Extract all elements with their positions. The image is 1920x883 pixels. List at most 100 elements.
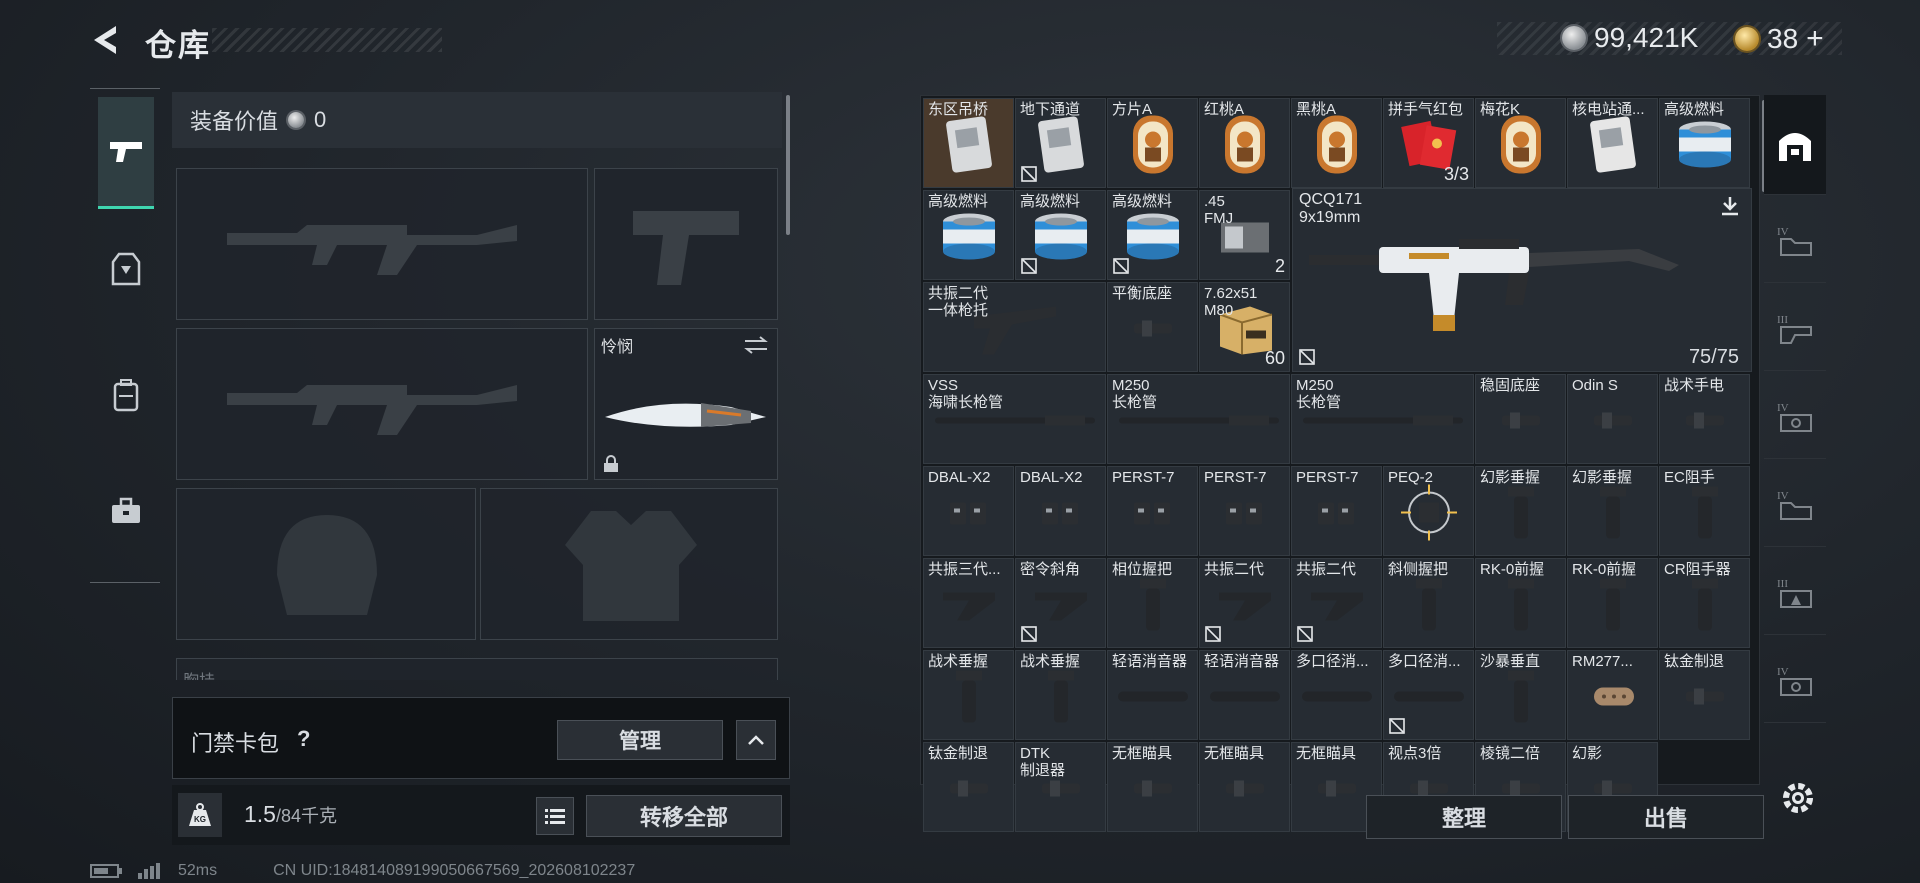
inventory-item[interactable]: 斜侧握把 xyxy=(1383,558,1474,648)
settings-gear-icon[interactable] xyxy=(1778,778,1818,818)
inventory-item[interactable]: .45 FMJ 2 xyxy=(1199,190,1290,280)
inventory-item[interactable]: VSS 海啸长枪管 xyxy=(923,374,1106,464)
inventory-item[interactable]: 红桃A xyxy=(1199,98,1290,188)
inventory-item[interactable]: M250 长枪管 xyxy=(1291,374,1474,464)
inventory-item[interactable]: DBAL-X2 xyxy=(1015,466,1106,556)
inventory-item[interactable]: PERST-7 xyxy=(1107,466,1198,556)
tab-armor[interactable] xyxy=(98,239,154,299)
inventory-item[interactable]: 战术垂握 xyxy=(1015,650,1106,740)
tab-category-1[interactable]: IV xyxy=(1764,197,1826,283)
item-supp-icon xyxy=(1117,689,1188,710)
helmet-slot[interactable] xyxy=(176,488,476,640)
tab-case[interactable] xyxy=(98,481,154,541)
inventory-item[interactable]: DTK 制退器 xyxy=(1015,742,1106,832)
inventory-item[interactable]: 地下通道 xyxy=(1015,98,1106,188)
inventory-item[interactable]: DBAL-X2 xyxy=(923,466,1014,556)
inventory-item[interactable]: 拼手气红包 3/3 xyxy=(1383,98,1474,188)
armor-slot[interactable] xyxy=(480,488,778,640)
tab-category-6[interactable]: IV xyxy=(1764,637,1826,723)
inventory-item[interactable]: 钛金制退 xyxy=(1659,650,1750,740)
rifle-slot-2[interactable] xyxy=(176,328,588,480)
inventory-item[interactable]: 高级燃料 xyxy=(1107,190,1198,280)
item-name: 东区吊桥 xyxy=(928,101,989,118)
inventory-item[interactable]: 无框瞄具 xyxy=(1107,742,1198,832)
chest-rig-slot[interactable]: 胸挂 xyxy=(176,658,778,680)
inventory-item[interactable]: 沙暴垂直 xyxy=(1475,650,1566,740)
manage-button[interactable]: 管理 xyxy=(557,720,723,760)
inventory-item[interactable]: 共振二代 xyxy=(1199,558,1290,648)
inventory-item[interactable]: 梅花K xyxy=(1475,98,1566,188)
secondary-weapon-slot[interactable] xyxy=(594,168,778,320)
inventory-item[interactable]: EC阻手 xyxy=(1659,466,1750,556)
inventory-item[interactable]: 幻影垂握 xyxy=(1567,466,1658,556)
equipment-scrollbar[interactable] xyxy=(786,95,790,235)
inventory-item[interactable]: RK-0前握 xyxy=(1475,558,1566,648)
inventory-item[interactable]: 东区吊桥 xyxy=(923,98,1014,188)
sell-button[interactable]: 出售 xyxy=(1568,795,1764,839)
collapse-button[interactable] xyxy=(736,720,776,760)
help-icon[interactable]: ? xyxy=(297,726,310,752)
inventory-item[interactable]: 轻语消音器 xyxy=(1107,650,1198,740)
inventory-item[interactable]: PEQ-2 xyxy=(1383,466,1474,556)
gold-currency[interactable]: 38 + xyxy=(1735,22,1824,56)
inventory-item[interactable]: 钛金制退 xyxy=(923,742,1014,832)
svg-text:III: III xyxy=(1777,578,1788,590)
inventory-item[interactable]: 幻影垂握 xyxy=(1475,466,1566,556)
tab-category-5[interactable]: III xyxy=(1764,549,1826,635)
inventory-item[interactable]: M250 长枪管 xyxy=(1107,374,1290,464)
primary-weapon-slot[interactable] xyxy=(176,168,588,320)
inventory-item[interactable]: 共振二代 xyxy=(1291,558,1382,648)
inventory-item[interactable]: 轻语消音器 xyxy=(1199,650,1290,740)
inventory-item[interactable]: 密令斜角 xyxy=(1015,558,1106,648)
inventory-item[interactable]: Odin S xyxy=(1567,374,1658,464)
svg-text:IV: IV xyxy=(1777,402,1789,414)
inventory-item[interactable]: 核电站通... xyxy=(1567,98,1658,188)
tab-category-2[interactable]: III xyxy=(1764,285,1826,371)
item-name: 共振二代 xyxy=(1296,561,1357,578)
item-name: 钛金制退 xyxy=(928,745,989,762)
inventory-item[interactable]: 共振二代 一体枪托 xyxy=(923,282,1106,372)
item-barrel-icon xyxy=(1302,413,1463,434)
inventory-item[interactable]: 黑桃A xyxy=(1291,98,1382,188)
inventory-item[interactable]: PERST-7 xyxy=(1291,466,1382,556)
tab-weapons[interactable] xyxy=(98,97,154,209)
inventory-item[interactable]: 高级燃料 xyxy=(1015,190,1106,280)
tab-category-4[interactable]: IV xyxy=(1764,461,1826,547)
item-name: 多口径消... xyxy=(1296,653,1369,670)
inventory-item[interactable]: 稳固底座 xyxy=(1475,374,1566,464)
loadout-category-nav xyxy=(90,88,160,583)
tab-all-items[interactable] xyxy=(1764,95,1826,195)
inventory-item[interactable]: 相位握把 xyxy=(1107,558,1198,648)
inventory-item[interactable]: RK-0前握 xyxy=(1567,558,1658,648)
swap-icon[interactable] xyxy=(743,335,769,355)
list-view-button[interactable] xyxy=(536,797,574,835)
inventory-item[interactable]: 平衡底座 xyxy=(1107,282,1198,372)
inventory-item[interactable]: 共振三代... xyxy=(923,558,1014,648)
add-gold-icon[interactable]: + xyxy=(1806,22,1824,56)
tab-category-3[interactable]: IV xyxy=(1764,373,1826,459)
sort-button[interactable]: 整理 xyxy=(1366,795,1562,839)
tab-backpack[interactable] xyxy=(98,365,154,425)
item-tarot-icon xyxy=(1315,114,1359,181)
item-small-icon xyxy=(1036,775,1086,808)
transfer-all-button[interactable]: 转移全部 xyxy=(586,795,782,837)
inventory-item[interactable]: 无框瞄具 xyxy=(1199,742,1290,832)
inventory-item[interactable]: RM277... xyxy=(1567,650,1658,740)
inventory-item[interactable]: 高级燃料 xyxy=(1659,98,1750,188)
inventory-item[interactable]: 多口径消... xyxy=(1291,650,1382,740)
gold-amount: 38 xyxy=(1767,23,1799,54)
inventory-item[interactable]: 7.62x51 M80 60 xyxy=(1199,282,1290,372)
inventory-item[interactable]: PERST-7 xyxy=(1199,466,1290,556)
inventory-item[interactable]: 方片A xyxy=(1107,98,1198,188)
inventory-item[interactable]: 多口径消... xyxy=(1383,650,1474,740)
inventory-item[interactable]: CR阻手器 xyxy=(1659,558,1750,648)
featured-weapon-cell[interactable]: QCQ171 9x19mm 75/75 xyxy=(1292,188,1752,372)
download-icon[interactable] xyxy=(1719,195,1741,217)
inventory-item[interactable]: 战术垂握 xyxy=(923,650,1014,740)
pistol-icon xyxy=(110,141,142,162)
inventory-item[interactable]: 战术手电 xyxy=(1659,374,1750,464)
melee-slot[interactable]: 怜悯 xyxy=(594,328,778,480)
inventory-item[interactable]: 高级燃料 xyxy=(923,190,1014,280)
item-name: M250 长枪管 xyxy=(1112,377,1158,411)
back-arrow-icon[interactable] xyxy=(88,22,124,58)
